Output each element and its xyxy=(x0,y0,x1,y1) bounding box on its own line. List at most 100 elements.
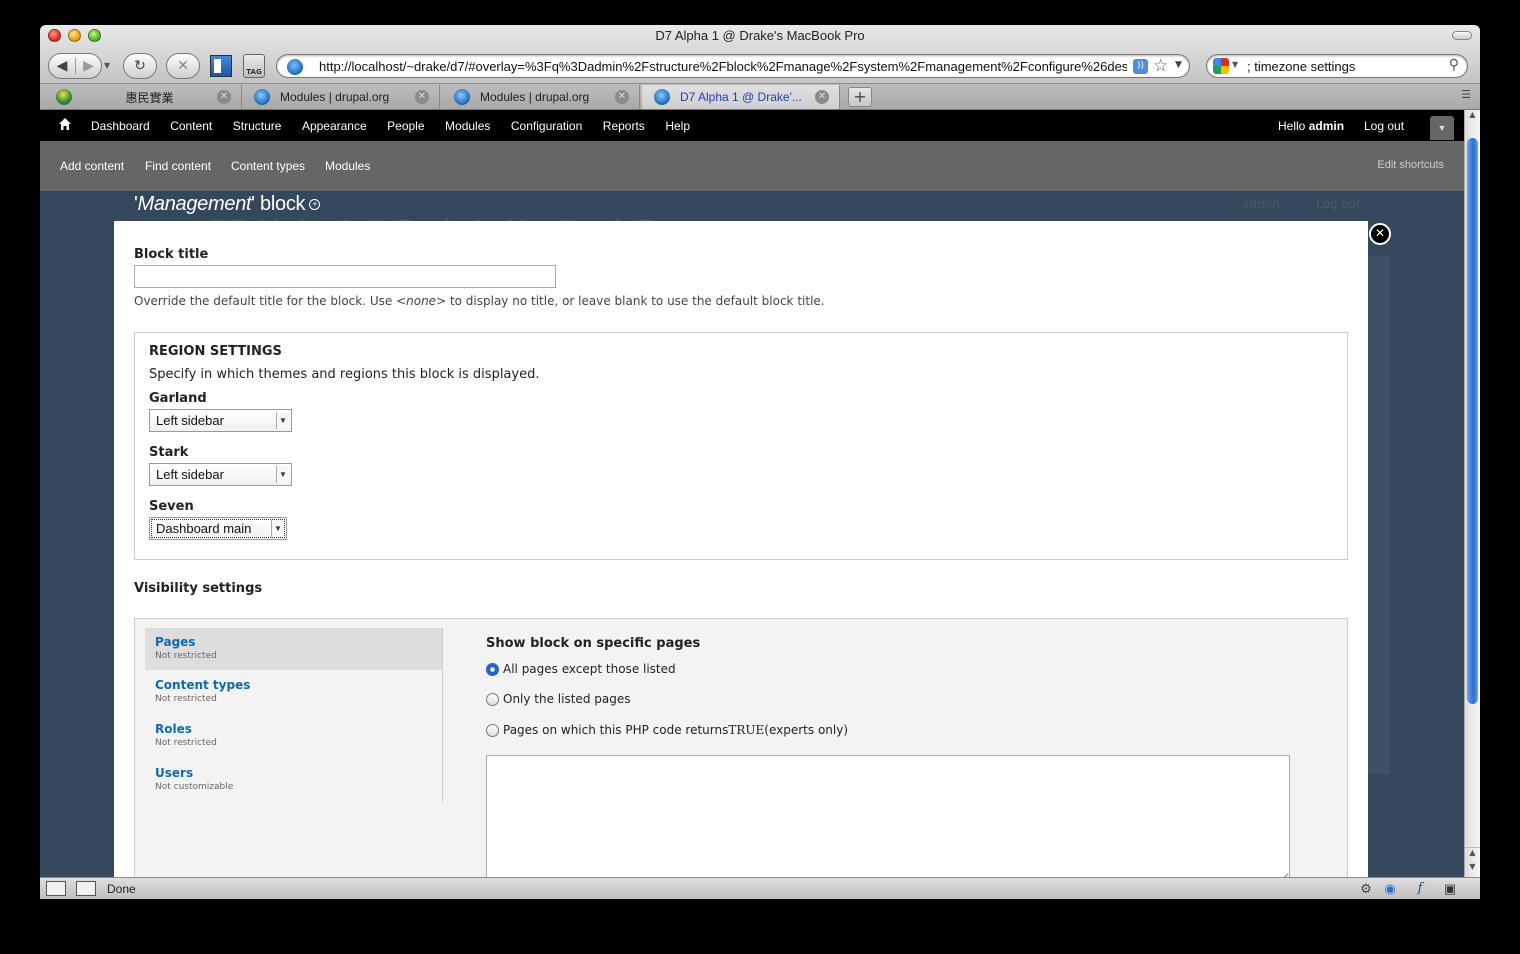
tab-modules-2[interactable]: Modules | drupal.org ✕ xyxy=(442,85,640,109)
scroll-up-arrow-icon[interactable]: ▲ xyxy=(1465,847,1480,861)
home-icon[interactable] xyxy=(58,117,72,131)
overlay-close-button[interactable]: ✕ xyxy=(1369,223,1391,245)
add-shortcut-icon[interactable]: + xyxy=(309,199,321,211)
toolbar-toggle-button[interactable] xyxy=(1452,31,1472,40)
tab-huimin[interactable]: 惠民實業 ✕ xyxy=(44,85,242,109)
stop-button[interactable]: ✕ xyxy=(166,53,200,79)
menu-content[interactable]: Content xyxy=(170,119,212,133)
shortcut-modules[interactable]: Modules xyxy=(325,159,370,173)
chevron-down-icon: ▼ xyxy=(271,520,284,537)
visibility-vertical-tabs: Pages Not restricted Content types Not r… xyxy=(134,618,1348,877)
tools-icon[interactable]: ⚙ xyxy=(1358,881,1374,897)
tab-modules-1[interactable]: Modules | drupal.org ✕ xyxy=(242,85,440,109)
search-icon[interactable]: ⚲ xyxy=(1449,57,1459,73)
rss-icon[interactable]: )) xyxy=(1133,59,1148,74)
select-value: Dashboard main xyxy=(156,521,252,536)
logout-link[interactable]: Log out xyxy=(1364,119,1404,133)
sidebar-toggle-icon[interactable] xyxy=(76,881,96,896)
chevron-down-icon: ▼ xyxy=(276,466,289,483)
url-dropdown-icon[interactable]: ▼ xyxy=(1175,60,1182,70)
edit-shortcuts-link[interactable]: Edit shortcuts xyxy=(1377,159,1444,171)
radio-php-code[interactable]: Pages on which this PHP code returns TRU… xyxy=(486,723,848,737)
history-dropdown-icon[interactable]: ▼ xyxy=(104,61,110,70)
address-bar[interactable]: http://localhost/~drake/d7/#overlay=%3Fq… xyxy=(276,54,1190,78)
vtab-users[interactable]: Users Not customizable xyxy=(145,759,442,801)
scrollbar-thumb[interactable] xyxy=(1467,138,1478,704)
menu-reports[interactable]: Reports xyxy=(603,119,645,133)
pages-textarea[interactable] xyxy=(486,755,1290,877)
garland-region-select[interactable]: Left sidebar ▼ xyxy=(149,409,292,432)
title-suffix: ' block xyxy=(251,193,306,215)
firebug-icon[interactable]: f xyxy=(1412,881,1428,897)
radio-checked-icon[interactable] xyxy=(486,662,499,676)
vertical-scrollbar[interactable]: ▲ ▲ ▼ xyxy=(1464,110,1480,877)
stop-icon: ✕ xyxy=(177,58,189,74)
radio-only-listed[interactable]: Only the listed pages xyxy=(486,692,630,706)
tab-close-icon[interactable]: ✕ xyxy=(217,90,231,104)
vtab-pages[interactable]: Pages Not restricted xyxy=(145,628,442,670)
shortcut-content-types[interactable]: Content types xyxy=(231,159,305,173)
vtab-title: Content types xyxy=(155,678,251,692)
menu-help[interactable]: Help xyxy=(665,119,690,133)
region-settings-description: Specify in which themes and regions this… xyxy=(149,367,540,382)
vtab-summary: Not customizable xyxy=(155,782,234,792)
user-link[interactable]: admin xyxy=(1309,119,1344,133)
shortcut-find-content[interactable]: Find content xyxy=(145,159,211,173)
menu-dashboard[interactable]: Dashboard xyxy=(91,119,150,133)
browser-window: D7 Alpha 1 @ Drake's MacBook Pro ◀ ▶ ▼ ↻ … xyxy=(40,25,1480,899)
overlay-dialog: Block title Override the default title f… xyxy=(114,221,1368,877)
screen-capture-icon[interactable] xyxy=(46,881,66,896)
vtab-title: Users xyxy=(155,766,194,780)
menu-appearance[interactable]: Appearance xyxy=(302,119,367,133)
tab-close-icon[interactable]: ✕ xyxy=(815,90,829,104)
forward-icon[interactable]: ▶ xyxy=(74,58,101,74)
reload-button[interactable]: ↻ xyxy=(123,53,157,79)
back-forward-buttons: ◀ ▶ xyxy=(48,53,102,79)
search-engine-dropdown-icon[interactable]: ▼ xyxy=(1232,60,1238,69)
shortcut-add-content[interactable]: Add content xyxy=(60,159,124,173)
back-icon[interactable]: ◀ xyxy=(49,58,75,74)
menu-modules[interactable]: Modules xyxy=(445,119,490,133)
block-title-input[interactable] xyxy=(134,265,556,288)
tab-list-icon[interactable]: ☰ xyxy=(1458,88,1474,104)
select-value: Left sidebar xyxy=(156,467,224,482)
tab-d7-alpha[interactable]: D7 Alpha 1 @ Drake'... ✕ xyxy=(642,85,840,109)
target-icon[interactable]: ◉ xyxy=(1382,881,1398,897)
pages-pane-title: Show block on specific pages xyxy=(486,636,701,651)
tab-label: 惠民實業 xyxy=(125,90,174,105)
shortcuts-toggle-icon[interactable]: ▼ xyxy=(1430,116,1454,140)
tab-label: D7 Alpha 1 @ Drake'... xyxy=(680,90,802,104)
radio-unchecked-icon[interactable] xyxy=(486,723,499,737)
scroll-up-icon[interactable]: ▲ xyxy=(1465,110,1480,126)
google-icon[interactable] xyxy=(1213,58,1229,74)
url-text[interactable]: http://localhost/~drake/d7/#overlay=%3Fq… xyxy=(319,59,1127,74)
drupal-favicon-icon xyxy=(654,89,670,105)
stark-region-select[interactable]: Left sidebar ▼ xyxy=(149,463,292,486)
vtab-content-types[interactable]: Content types Not restricted xyxy=(145,671,442,713)
vtab-roles[interactable]: Roles Not restricted xyxy=(145,715,442,757)
desc-text: to display no title, or leave blank to u… xyxy=(446,294,825,308)
select-value: Left sidebar xyxy=(156,413,224,428)
radio-all-except-listed[interactable]: All pages except those listed xyxy=(486,662,676,676)
vtab-summary: Not restricted xyxy=(155,738,217,748)
radio-unchecked-icon[interactable] xyxy=(486,692,499,706)
screenshot-icon[interactable]: ▣ xyxy=(1442,881,1458,897)
bookmark-star-icon[interactable]: ☆ xyxy=(1153,56,1168,76)
tab-close-icon[interactable]: ✕ xyxy=(615,90,629,104)
seven-region-select[interactable]: Dashboard main ▼ xyxy=(149,517,287,540)
menu-people[interactable]: People xyxy=(387,119,424,133)
scroll-down-arrow-icon[interactable]: ▼ xyxy=(1465,862,1480,876)
window-title: D7 Alpha 1 @ Drake's MacBook Pro xyxy=(655,28,865,43)
bookmarks-icon[interactable] xyxy=(210,55,232,77)
search-box[interactable]: ▼ ; timezone settings ⚲ xyxy=(1206,54,1468,78)
tag-icon[interactable]: TAG xyxy=(243,54,265,78)
title-block-name: Management xyxy=(137,193,252,215)
tab-close-icon[interactable]: ✕ xyxy=(415,90,429,104)
vtab-title: Pages xyxy=(155,635,196,649)
menu-configuration[interactable]: Configuration xyxy=(511,119,582,133)
user-greeting: Hello admin xyxy=(1278,119,1344,133)
menu-structure[interactable]: Structure xyxy=(233,119,282,133)
page-viewport: Dashboard Content Structure Appearance P… xyxy=(40,110,1464,877)
search-input[interactable]: ; timezone settings xyxy=(1247,59,1355,74)
new-tab-button[interactable]: + xyxy=(848,87,872,107)
